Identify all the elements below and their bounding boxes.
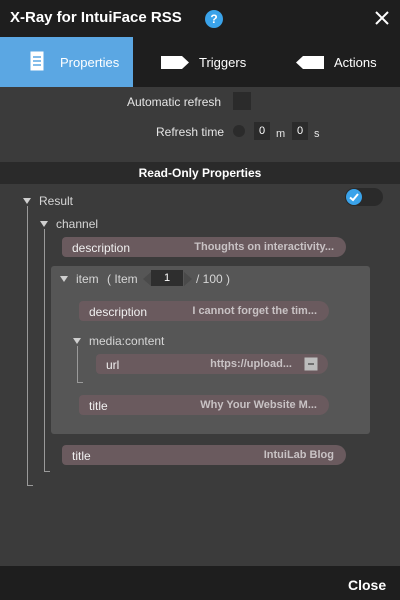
footer-bar — [0, 566, 400, 600]
property-key: description — [72, 241, 131, 255]
checkmark-icon — [346, 189, 362, 205]
channel-caret-icon[interactable] — [40, 221, 48, 227]
item-description-row[interactable]: description I cannot forget the tim... — [79, 301, 329, 321]
property-value: I cannot forget the tim... — [192, 305, 317, 317]
tab-properties[interactable]: Properties — [0, 37, 133, 87]
property-value: Thoughts on interactivity... — [194, 241, 334, 253]
seconds-unit: s — [314, 128, 320, 140]
property-key: title — [89, 399, 108, 413]
item-index-input[interactable]: 1 — [151, 270, 183, 286]
tab-bar: Properties Triggers Actions — [0, 37, 400, 87]
media-branch-line — [77, 346, 78, 382]
tab-triggers[interactable]: Triggers — [133, 37, 266, 87]
result-branch-line — [27, 206, 28, 485]
property-key: title — [72, 449, 91, 463]
result-caret-icon[interactable] — [23, 198, 31, 204]
channel-branch-end — [44, 471, 50, 472]
media-content-label: media:content — [89, 334, 165, 348]
result-label: Result — [39, 194, 74, 208]
property-value: Why Your Website M... — [200, 399, 317, 411]
item-title-row[interactable]: title Why Your Website M... — [79, 395, 329, 415]
minutes-unit: m — [276, 128, 286, 140]
close-button[interactable]: Close — [348, 577, 386, 593]
expand-icon[interactable] — [304, 357, 318, 376]
minutes-input[interactable]: 0 — [254, 122, 270, 140]
channel-label: channel — [56, 217, 99, 231]
action-arrow-icon — [296, 56, 324, 74]
tab-properties-label: Properties — [60, 55, 120, 70]
tab-actions[interactable]: Actions — [266, 37, 400, 87]
url-row[interactable]: url https://upload... — [96, 354, 328, 374]
automatic-refresh-label: Automatic refresh — [127, 95, 222, 109]
channel-description-row[interactable]: description Thoughts on interactivity... — [62, 237, 346, 257]
property-value: https://upload... — [210, 358, 292, 370]
next-item-icon[interactable] — [184, 272, 192, 291]
channel-title-row[interactable]: title IntuiLab Blog — [62, 445, 346, 465]
channel-branch-line — [44, 229, 45, 471]
automatic-refresh-checkbox[interactable] — [233, 92, 251, 110]
tab-triggers-label: Triggers — [199, 55, 247, 70]
help-icon[interactable]: ? — [205, 10, 223, 28]
document-icon — [30, 51, 44, 76]
property-key: description — [89, 305, 148, 319]
item-index-total: / 100 ) — [196, 272, 231, 286]
tab-actions-label: Actions — [334, 55, 377, 70]
trigger-arrow-icon — [161, 56, 189, 74]
item-label: item — [76, 272, 99, 286]
media-branch-end — [77, 382, 83, 383]
property-key: url — [106, 358, 120, 372]
seconds-input[interactable]: 0 — [292, 122, 308, 140]
window-title: X-Ray for IntuiFace RSS — [10, 9, 182, 26]
item-caret-icon[interactable] — [60, 276, 68, 282]
property-value: IntuiLab Blog — [263, 449, 334, 461]
close-icon[interactable] — [372, 8, 392, 28]
refresh-time-radio[interactable] — [233, 125, 245, 137]
section-title: Read-Only Properties — [138, 166, 262, 180]
previous-item-icon[interactable] — [143, 272, 151, 291]
result-branch-end — [27, 485, 33, 486]
refresh-time-label: Refresh time — [156, 125, 225, 139]
item-index-prefix: ( Item — [107, 272, 138, 286]
media-caret-icon[interactable] — [73, 338, 81, 344]
